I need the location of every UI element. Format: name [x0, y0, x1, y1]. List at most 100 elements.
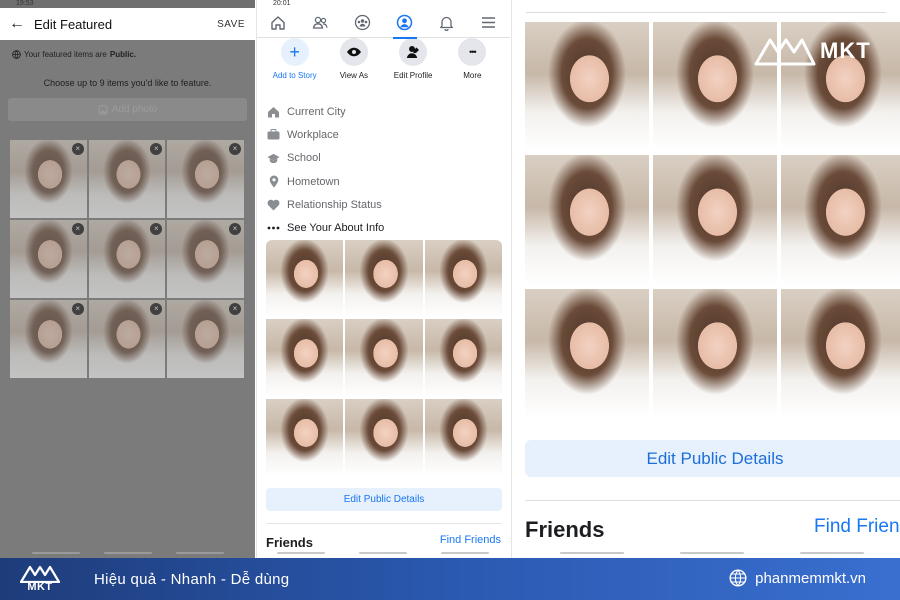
about-item-hometown[interactable]: Hometown [267, 170, 510, 193]
privacy-notice: Your featured items are Public. [12, 50, 136, 59]
tab-home[interactable] [262, 8, 294, 38]
add-photo-button[interactable]: Add photo [8, 98, 247, 121]
eye-icon [339, 38, 368, 66]
mkt-watermark: MKT [754, 36, 871, 66]
about-item-relationship[interactable]: Relationship Status [267, 193, 510, 216]
tab-notifications[interactable] [431, 8, 463, 38]
featured-photo-tile[interactable] [781, 155, 900, 285]
location-pin-icon [267, 175, 280, 188]
action-label: Add to Story [272, 71, 317, 80]
plus-icon: + [280, 38, 309, 66]
featured-photo-tile[interactable]: × [88, 300, 166, 378]
featured-photo-tile[interactable]: × [88, 220, 166, 298]
ellipsis-icon [267, 222, 280, 235]
add-to-story-button[interactable]: + Add to Story [267, 38, 323, 80]
featured-photo-tile[interactable] [653, 155, 777, 285]
friends-icon [312, 16, 328, 29]
find-friends-link[interactable]: Find Frien [814, 516, 900, 538]
remove-icon[interactable]: × [71, 223, 84, 235]
edit-public-details-button[interactable]: Edit Public Details [266, 488, 502, 511]
featured-photo-tile[interactable]: × [10, 140, 87, 218]
featured-photo-tile[interactable] [266, 319, 344, 397]
featured-photo-tile[interactable]: × [10, 300, 87, 378]
profile-icon [396, 14, 413, 31]
remove-icon[interactable]: × [71, 143, 84, 155]
featured-photo-tile[interactable] [653, 288, 777, 418]
remove-icon[interactable]: × [71, 303, 84, 315]
remove-icon[interactable]: × [150, 303, 163, 315]
featured-photo-tile[interactable] [345, 240, 423, 318]
featured-photo-tile[interactable]: × [10, 220, 87, 298]
featured-photo-tile[interactable] [525, 155, 649, 285]
about-item-label: School [287, 152, 321, 165]
about-item-current-city[interactable]: Current City [267, 100, 510, 123]
footer-website[interactable]: phanmemmkt.vn [729, 569, 866, 587]
featured-photo-tile[interactable] [424, 319, 502, 397]
about-item-school[interactable]: School [267, 147, 510, 170]
privacy-notice-text: Your featured items are [24, 50, 107, 59]
featured-photo-tile[interactable] [345, 319, 423, 397]
featured-photo-tile[interactable] [345, 398, 423, 476]
nav-bar-hint [441, 552, 489, 554]
featured-photo-tile[interactable]: × [167, 220, 244, 298]
featured-photo-tile[interactable] [525, 22, 649, 152]
remove-icon[interactable]: × [228, 223, 241, 235]
featured-photo-tile[interactable]: × [88, 140, 166, 218]
about-item-label: See Your About Info [287, 222, 385, 235]
remove-icon[interactable]: × [228, 143, 241, 155]
action-label: View As [339, 71, 369, 80]
featured-photo-tile[interactable] [781, 288, 900, 418]
remove-icon[interactable]: × [228, 303, 241, 315]
view-as-button[interactable]: View As [326, 38, 382, 80]
about-item-label: Relationship Status [287, 198, 382, 211]
edit-featured-panel: 19:53 ← Edit Featured SAVE Your featured… [0, 0, 255, 558]
about-item-workplace[interactable]: Workplace [267, 123, 510, 146]
add-photo-label: Add photo [111, 104, 158, 115]
featured-photo-tile[interactable] [525, 288, 649, 418]
tab-groups[interactable] [346, 8, 378, 38]
section-divider [266, 523, 502, 524]
about-item-label: Workplace [287, 128, 339, 141]
heart-icon [267, 198, 280, 211]
featured-photo-tile[interactable]: × [167, 140, 244, 218]
edit-public-details-button[interactable]: Edit Public Details [525, 440, 900, 477]
featured-photo-tile[interactable] [424, 240, 502, 318]
action-label: Edit Profile [393, 71, 433, 80]
groups-icon [354, 14, 371, 31]
zoomed-profile-panel: MKT Edit Public Details Friends Find Fri… [511, 0, 900, 558]
featured-photo-tile[interactable]: × [167, 300, 244, 378]
friends-heading: Friends [266, 535, 313, 550]
nav-bar-hint [277, 552, 325, 554]
featured-photo-tile[interactable] [266, 240, 344, 318]
graduation-cap-icon [267, 152, 280, 165]
about-item-see-about-info[interactable]: See Your About Info [267, 216, 510, 239]
edit-person-icon [399, 38, 428, 66]
tab-profile[interactable] [389, 8, 421, 39]
tab-menu[interactable] [473, 8, 505, 38]
globe-icon [12, 50, 21, 59]
tab-friends[interactable] [304, 8, 336, 38]
back-arrow-icon[interactable]: ← [0, 15, 34, 33]
more-dots-icon: ••• [458, 38, 487, 66]
edit-profile-button[interactable]: Edit Profile [385, 38, 441, 80]
action-label: More [463, 71, 482, 80]
profile-panel: 20:01 + Add to Story View As Edit Profil… [256, 0, 510, 558]
featured-photo-tile[interactable] [424, 398, 502, 476]
more-button[interactable]: ••• More [444, 38, 500, 80]
remove-icon[interactable]: × [150, 143, 163, 155]
featured-photo-tile[interactable] [266, 398, 344, 476]
remove-icon[interactable]: × [150, 223, 163, 235]
featured-photos-grid [266, 240, 502, 476]
nav-bar-hint [680, 552, 744, 554]
privacy-notice-audience: Public. [109, 50, 137, 59]
mkt-logo-icon [754, 38, 816, 66]
about-list: Current City Workplace School Hometown R… [257, 100, 510, 240]
nav-bar-hint [176, 552, 224, 554]
profile-actions: + Add to Story View As Edit Profile ••• … [257, 38, 510, 80]
section-divider [526, 12, 886, 13]
instruction-text: Choose up to 9 items you'd like to featu… [43, 78, 212, 88]
find-friends-link[interactable]: Find Friends [440, 534, 501, 546]
about-item-label: Hometown [287, 175, 340, 188]
screenshot-collage: 19:53 ← Edit Featured SAVE Your featured… [0, 0, 900, 600]
save-button[interactable]: SAVE [217, 19, 255, 30]
